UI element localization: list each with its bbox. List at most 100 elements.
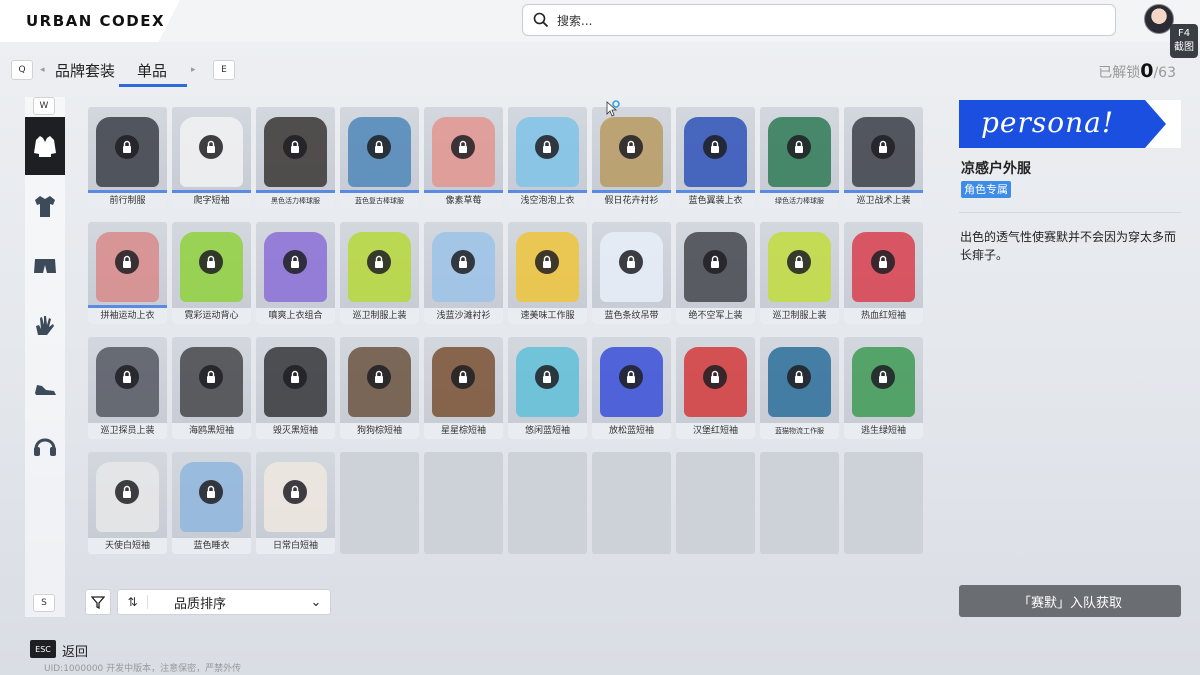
item-label: 蓝色翼装上衣 [676, 193, 755, 209]
sidebar-item-bottoms[interactable] [25, 237, 65, 295]
item-card[interactable]: 霓彩运动背心 [172, 222, 251, 324]
item-card[interactable]: 绿色活力棒球服 [760, 107, 839, 209]
item-label: 海鸥黑短袖 [172, 423, 251, 439]
prev-tab-key[interactable]: Q [11, 60, 33, 80]
empty-slot [592, 452, 671, 554]
item-card[interactable]: 狗狗棕短袖 [340, 337, 419, 439]
item-card[interactable]: 蓝色睡衣 [172, 452, 251, 554]
jacket-icon [34, 136, 56, 157]
item-card[interactable]: 前行制服 [88, 107, 167, 209]
next-tab-arrow-icon[interactable]: ▸ [191, 65, 196, 75]
item-card[interactable]: 热血红短袖 [844, 222, 923, 324]
back-button[interactable]: 返回 [62, 641, 88, 660]
cursor-icon [606, 100, 620, 117]
sidebar-item-shoes[interactable] [25, 357, 65, 415]
item-card[interactable]: 巡卫制服上装 [340, 222, 419, 324]
item-card[interactable]: 蓝色条纹吊带 [592, 222, 671, 324]
item-card[interactable]: 天使白短袖 [88, 452, 167, 554]
sidebar-down-key[interactable]: S [33, 594, 55, 612]
item-card[interactable]: 巡卫制服上装 [760, 222, 839, 324]
lock-icon [199, 365, 223, 389]
lock-icon [787, 250, 811, 274]
item-label: 速美味工作服 [508, 308, 587, 324]
item-label: 拼袖运动上衣 [88, 308, 167, 324]
search-input[interactable]: 搜索... [522, 4, 1116, 36]
logo: URBAN CODEX [0, 0, 180, 42]
sidebar-item-accessories[interactable] [25, 417, 65, 475]
esc-key[interactable]: ESC [30, 640, 56, 658]
item-card[interactable]: 巡卫战术上装 [844, 107, 923, 209]
lock-icon [535, 135, 559, 159]
lock-icon [199, 250, 223, 274]
search-icon [533, 12, 549, 28]
lock-icon [115, 135, 139, 159]
acquire-button[interactable]: 「赛默」入队获取 [959, 585, 1181, 617]
item-card[interactable]: 巡卫探员上装 [88, 337, 167, 439]
item-card[interactable]: 海鸥黑短袖 [172, 337, 251, 439]
item-card[interactable]: 速美味工作服 [508, 222, 587, 324]
lock-icon [115, 365, 139, 389]
empty-slot [340, 452, 419, 554]
item-label: 巡卫制服上装 [760, 308, 839, 324]
lock-icon [619, 365, 643, 389]
lock-icon [115, 250, 139, 274]
lock-icon [703, 135, 727, 159]
item-card[interactable]: 星星棕短袖 [424, 337, 503, 439]
item-label: 蓝色条纹吊带 [592, 308, 671, 324]
item-description: 出色的透气性使赛默并不会因为穿太多而长痱子。 [960, 230, 1177, 262]
sort-select[interactable]: ⇅ 品质排序 ⌄ [117, 589, 331, 615]
sort-order-icon[interactable]: ⇅ [118, 595, 148, 609]
item-card[interactable]: 放松蓝短袖 [592, 337, 671, 439]
unlock-total: /63 [1153, 65, 1176, 81]
tab-brand-sets[interactable]: 品牌套装 [55, 60, 115, 81]
item-label: 热血红短袖 [844, 308, 923, 324]
brand-logo-text: persona! [981, 106, 1115, 139]
filter-button[interactable] [85, 589, 111, 615]
lock-icon [871, 365, 895, 389]
item-card[interactable]: 日常白短袖 [256, 452, 335, 554]
item-label: 逃生绿短袖 [844, 423, 923, 439]
item-label: 像素草莓 [424, 193, 503, 209]
sidebar-item-inner[interactable] [25, 177, 65, 235]
item-card[interactable]: 像素草莓 [424, 107, 503, 209]
item-card[interactable]: 黑色活力棒球服 [256, 107, 335, 209]
item-card[interactable]: 绝不空军上装 [676, 222, 755, 324]
sort-label: 品质排序 [174, 596, 227, 612]
active-tab-indicator [119, 84, 187, 87]
item-label: 巡卫制服上装 [340, 308, 419, 324]
prev-tab-arrow-icon[interactable]: ◂ [40, 65, 45, 75]
item-label: 日常白短袖 [256, 538, 335, 554]
item-card[interactable]: 悠闲蓝短袖 [508, 337, 587, 439]
item-label: 爬字短袖 [172, 193, 251, 209]
item-label: 巡卫探员上装 [88, 423, 167, 439]
item-label: 狗狗棕短袖 [340, 423, 419, 439]
item-card[interactable]: 拼袖运动上衣 [88, 222, 167, 324]
lock-icon [619, 135, 643, 159]
item-label: 天使白短袖 [88, 538, 167, 554]
lock-icon [787, 135, 811, 159]
sidebar-item-gloves[interactable] [25, 297, 65, 355]
item-card[interactable]: 浅空泡泡上衣 [508, 107, 587, 209]
item-card[interactable]: 爬字短袖 [172, 107, 251, 209]
item-card[interactable]: 逃生绿短袖 [844, 337, 923, 439]
tab-single-items[interactable]: 单品 [137, 60, 167, 81]
lock-icon [871, 135, 895, 159]
next-tab-key[interactable]: E [213, 60, 235, 80]
item-label: 浅空泡泡上衣 [508, 193, 587, 209]
sidebar-up-key[interactable]: W [33, 97, 55, 115]
item-card[interactable]: 毁灭黑短袖 [256, 337, 335, 439]
item-card[interactable]: 假日花卉衬衫 [592, 107, 671, 209]
item-card[interactable]: 蓝色复古棒球服 [340, 107, 419, 209]
item-card[interactable]: 蓝色翼装上衣 [676, 107, 755, 209]
item-card[interactable]: 汉堡红短袖 [676, 337, 755, 439]
filter-icon [91, 596, 105, 609]
item-label: 悠闲蓝短袖 [508, 423, 587, 439]
lock-icon [283, 135, 307, 159]
item-card[interactable]: 蓝猫物流工作服 [760, 337, 839, 439]
sidebar-item-tops[interactable] [25, 117, 65, 175]
item-card[interactable]: 嗔爽上衣组合 [256, 222, 335, 324]
lock-icon [535, 365, 559, 389]
screenshot-hotkey[interactable]: F4 截图 [1170, 24, 1198, 58]
item-card[interactable]: 浅蓝沙滩衬衫 [424, 222, 503, 324]
hotkey-label: 截图 [1174, 42, 1194, 53]
